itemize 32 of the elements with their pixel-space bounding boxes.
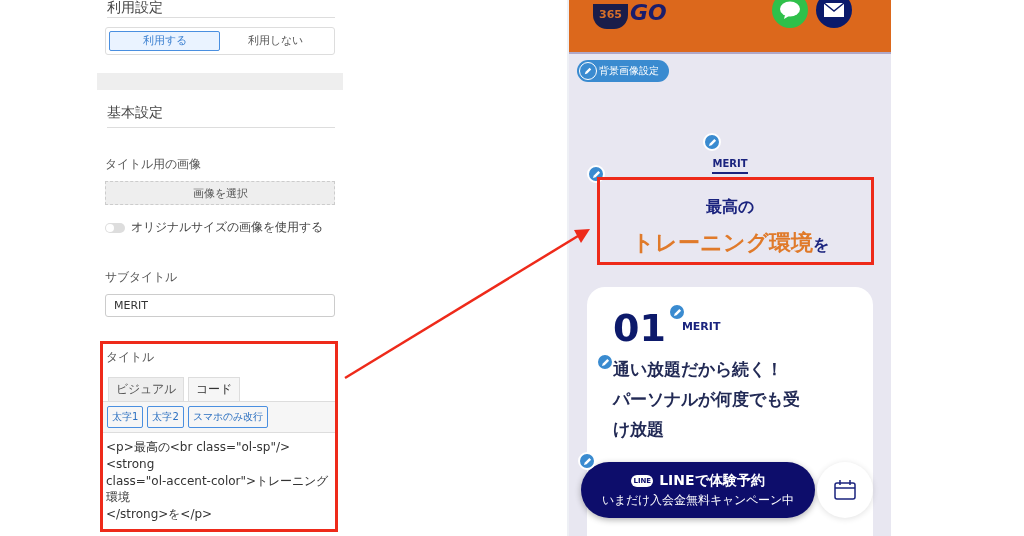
background-settings-button[interactable]: 背景画像設定 bbox=[577, 60, 669, 82]
chat-icon bbox=[778, 1, 801, 19]
toggle-label: オリジナルサイズの画像を使用する bbox=[131, 219, 323, 237]
field-label: タイトル用の画像 bbox=[105, 155, 202, 173]
calendar-icon bbox=[834, 480, 856, 500]
section-label: MERIT bbox=[712, 158, 748, 174]
code-editor[interactable]: <p>最高の<br class="ol-sp"/><strong class="ol-accent-color">トレーニング環境 </strong>を</p> bbox=[103, 432, 335, 529]
merit-label: MERIT bbox=[681, 320, 721, 333]
chat-button[interactable] bbox=[771, 0, 808, 28]
merit-heading: パーソナルが何度でも受 bbox=[613, 389, 801, 411]
toolbar-button[interactable]: 太字2 bbox=[147, 406, 184, 429]
field-label: タイトル bbox=[106, 349, 155, 367]
merit-heading: 通い放題だから続く！ bbox=[613, 359, 784, 381]
option-button[interactable]: 利用する bbox=[109, 30, 220, 51]
merit-heading: け放題 bbox=[613, 419, 665, 441]
subtitle-input[interactable]: MERIT bbox=[105, 294, 335, 318]
edit-icon[interactable] bbox=[578, 452, 596, 470]
toolbar-button[interactable]: 太字1 bbox=[107, 406, 144, 429]
merit-number: 01 bbox=[613, 309, 666, 347]
section-heading: 最高の トレーニング環境を bbox=[630, 196, 830, 257]
mail-button[interactable] bbox=[815, 0, 852, 28]
mail-icon bbox=[822, 2, 845, 18]
toggle-switch[interactable] bbox=[105, 222, 125, 233]
toolbar-button[interactable]: スマホのみ改行 bbox=[187, 406, 268, 429]
logo-badge: 365 bbox=[593, 4, 628, 29]
select-image-button[interactable]: 画像を選択 bbox=[105, 180, 335, 206]
section-title: 基本設定 bbox=[107, 104, 164, 123]
field-label: サブタイトル bbox=[105, 269, 178, 287]
logo-text: GO bbox=[629, 0, 667, 25]
editor-tab[interactable]: ビジュアル bbox=[108, 377, 184, 402]
section-title: 利用設定 bbox=[107, 0, 164, 15]
editor-tab[interactable]: コード bbox=[188, 377, 240, 402]
